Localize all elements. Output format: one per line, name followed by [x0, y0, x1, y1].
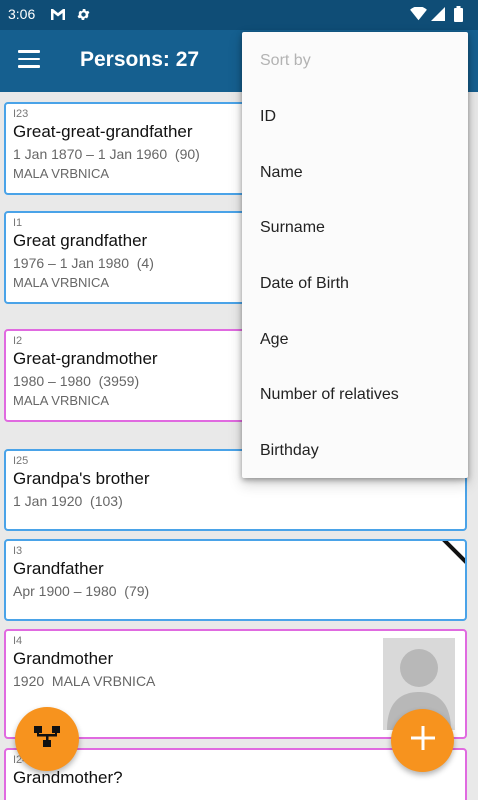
status-time: 3:06: [8, 6, 36, 22]
family-tree-icon: [34, 725, 60, 753]
person-place: MALA VRBNICA: [13, 275, 110, 290]
status-bar: 3:06: [0, 0, 478, 30]
person-id: I4: [13, 635, 23, 647]
person-name: Grandfather: [13, 559, 104, 578]
sort-menu-header: Sort by: [260, 52, 311, 69]
deceased-marker: [437, 541, 465, 569]
person-name: Great grandfather: [13, 231, 148, 250]
person-id: I25: [13, 455, 29, 467]
sort-option-number-of-relatives[interactable]: Number of relatives: [260, 386, 399, 404]
family-tree-button[interactable]: [15, 707, 79, 771]
person-name: Great-grandmother: [13, 349, 158, 368]
plus-icon: [409, 724, 437, 757]
person-id: I2: [13, 335, 23, 347]
settings-gear-icon: [76, 5, 91, 23]
person-id: I1: [13, 217, 23, 229]
battery-icon: [454, 5, 463, 23]
person-place: MALA VRBNICA: [13, 166, 110, 181]
sort-option-birthday[interactable]: Birthday: [260, 442, 319, 460]
sort-menu: Sort by ID Name Surname Date of Birth Ag…: [242, 32, 468, 478]
person-name: Grandmother?: [13, 768, 123, 787]
person-dates: 1920 MALA VRBNICA: [13, 673, 156, 689]
wifi-icon: [410, 5, 427, 23]
person-dates: 1 Jan 1920 (103): [13, 493, 123, 509]
signal-icon: [431, 5, 445, 23]
person-name: Great-great-grandfather: [13, 122, 193, 141]
sort-option-name[interactable]: Name: [260, 164, 303, 182]
person-dates: 1976 – 1 Jan 1980 (4): [13, 255, 154, 271]
person-dates: 1980 – 1980 (3959): [13, 373, 140, 389]
person-name: Grandmother: [13, 649, 114, 668]
person-place: MALA VRBNICA: [13, 393, 110, 408]
person-dates: 1 Jan 1870 – 1 Jan 1960 (90): [13, 146, 200, 162]
add-person-button[interactable]: [391, 709, 454, 772]
sort-option-id[interactable]: ID: [260, 108, 276, 126]
sort-option-surname[interactable]: Surname: [260, 219, 325, 237]
person-name: Grandpa's brother: [13, 469, 150, 488]
gmail-icon: [50, 5, 66, 23]
person-id: I23: [13, 108, 29, 120]
page-title: Persons: 27: [80, 48, 200, 71]
person-id: I3: [13, 545, 23, 557]
person-dates: Apr 1900 – 1980 (79): [13, 583, 150, 599]
hamburger-menu-icon[interactable]: [18, 50, 40, 68]
sort-option-date-of-birth[interactable]: Date of Birth: [260, 275, 349, 293]
person-card[interactable]: I3 Grandfather Apr 1900 – 1980 (79): [4, 539, 467, 621]
sort-option-age[interactable]: Age: [260, 331, 288, 349]
